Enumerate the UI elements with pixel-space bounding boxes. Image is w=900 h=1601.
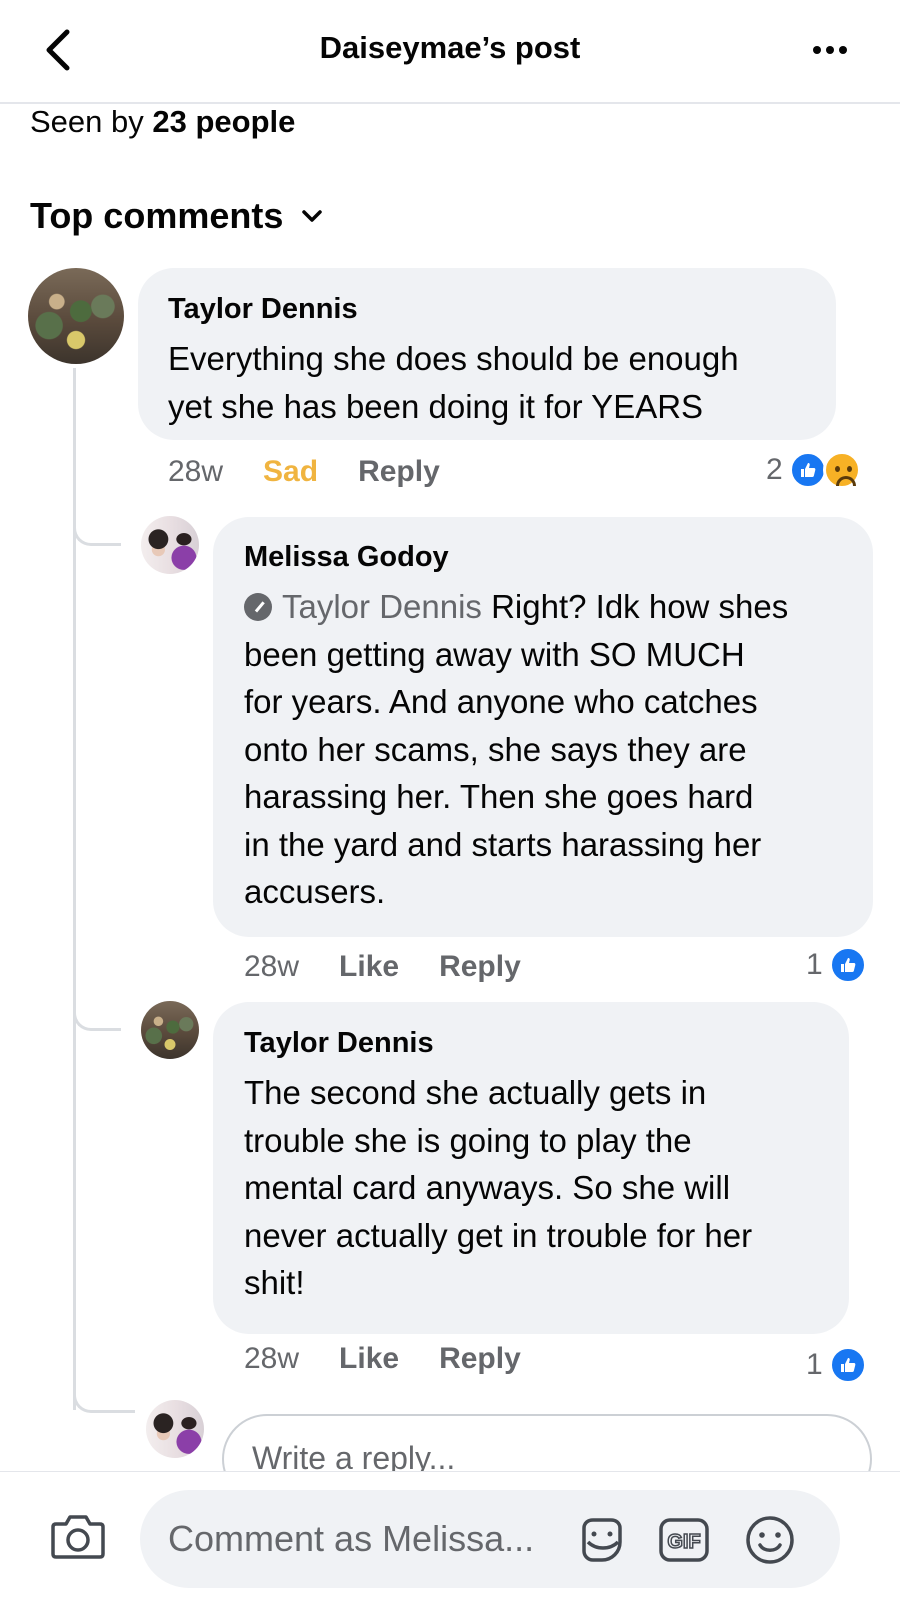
like-reaction-icon: [828, 1346, 867, 1384]
more-dot-icon: [839, 46, 847, 54]
comment-time[interactable]: 28w: [168, 455, 223, 489]
comment-line-rest: Right? Idk how shes: [491, 588, 789, 625]
more-dot-icon: [813, 46, 821, 54]
post-header: Daiseymae’s post: [0, 0, 900, 104]
comment-line: in the yard and starts harassing her: [244, 825, 762, 863]
comment-line: never actually get in trouble for her: [244, 1216, 753, 1254]
comment-line: Taylor Dennis Right? Idk how shes: [244, 583, 864, 631]
thread-branch: [73, 528, 121, 546]
gif-icon[interactable]: GIF: [656, 1512, 712, 1568]
comment-time[interactable]: 28w: [244, 950, 299, 984]
tag-icon: [244, 593, 272, 621]
comment-placeholder: Comment as Melissa...: [168, 1518, 535, 1559]
comment-author[interactable]: Taylor Dennis: [168, 293, 358, 326]
seen-by-count[interactable]: 23 people: [152, 104, 295, 139]
comment-line: been getting away with SO MUCH: [244, 635, 745, 673]
emoji-icon[interactable]: [742, 1512, 798, 1568]
chevron-down-icon: [302, 210, 323, 222]
like-reaction-icon: [788, 451, 827, 489]
sad-reaction-icon: [822, 451, 861, 489]
comment-line: Everything she does should be enough: [168, 340, 739, 377]
comment-sort-dropdown[interactable]: Top comments: [30, 195, 323, 237]
like-button[interactable]: Like: [339, 1342, 399, 1376]
reaction-summary[interactable]: 2: [766, 451, 861, 489]
comment-meta: 28w Sad Reply: [168, 455, 440, 489]
reply-button[interactable]: Reply: [439, 1342, 521, 1376]
seen-by-prefix: Seen by: [30, 104, 144, 139]
tagged-user-name: Taylor Dennis: [282, 588, 482, 625]
comment-line: accusers.: [244, 873, 386, 910]
page-title: Daiseymae’s post: [319, 30, 581, 65]
reaction-count: 2: [766, 453, 783, 486]
comment-meta: 28w Like Reply: [244, 950, 521, 984]
comment-input[interactable]: Comment as Melissa... GIF: [140, 1490, 840, 1588]
like-reaction-icon: [828, 946, 867, 984]
comment-line: shit!: [244, 1264, 305, 1301]
comment-line: onto her scams, she says they are: [244, 730, 747, 768]
reaction-summary[interactable]: 1: [806, 946, 867, 984]
comment-line: yet she has been doing it for YEARS: [168, 387, 704, 425]
thread-line: [73, 368, 76, 1410]
seen-by-text: Seen by 23 people: [30, 104, 295, 140]
avatar[interactable]: [141, 1001, 199, 1059]
reaction-count: 1: [806, 1348, 823, 1381]
comment-text: The second she actually gets in trouble …: [244, 1069, 844, 1307]
avatar[interactable]: [141, 516, 199, 574]
comment-text: Taylor Dennis Right? Idk how shes been g…: [244, 583, 864, 916]
avatar[interactable]: [28, 268, 124, 364]
comment-author[interactable]: Taylor Dennis: [244, 1027, 434, 1060]
comment-line: The second she actually gets in: [244, 1074, 707, 1111]
comment-line: for years. And anyone who catches: [244, 683, 758, 720]
comment-time[interactable]: 28w: [244, 1342, 299, 1376]
sticker-icon[interactable]: [574, 1512, 630, 1568]
comment-composer: Comment as Melissa... GIF: [0, 1472, 900, 1601]
reply-button[interactable]: Reply: [358, 455, 440, 489]
react-sad-button[interactable]: Sad: [263, 455, 318, 489]
svg-text:GIF: GIF: [667, 1531, 700, 1553]
like-button[interactable]: Like: [339, 950, 399, 984]
thread-branch: [73, 1395, 135, 1413]
tagged-user[interactable]: Taylor Dennis: [244, 588, 482, 625]
reaction-summary[interactable]: 1: [806, 1346, 867, 1384]
comment-line: mental card anyways. So she will: [244, 1169, 731, 1206]
sort-label: Top comments: [30, 195, 284, 236]
avatar: [146, 1400, 204, 1458]
thread-branch: [73, 1013, 121, 1031]
more-options-button[interactable]: [800, 22, 860, 78]
reply-button[interactable]: Reply: [439, 950, 521, 984]
camera-icon[interactable]: [50, 1512, 106, 1560]
comment-text: Everything she does should be enough yet…: [168, 335, 828, 430]
reaction-count: 1: [806, 948, 823, 981]
more-dot-icon: [826, 46, 834, 54]
comment-meta: 28w Like Reply: [244, 1342, 521, 1376]
comment-author[interactable]: Melissa Godoy: [244, 541, 449, 574]
comment-line: harassing her. Then she goes hard: [244, 778, 754, 815]
comment-line: trouble she is going to play the: [244, 1121, 692, 1159]
